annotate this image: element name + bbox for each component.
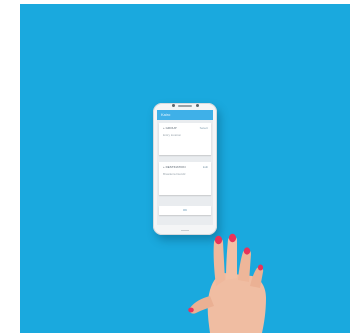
front-camera-icon — [172, 104, 175, 107]
destination-card-title: + DESTINATION — [163, 165, 186, 169]
hand — [188, 233, 266, 333]
middle-nail — [228, 233, 237, 243]
app-bar: Kairo — [157, 110, 213, 120]
group-card[interactable]: + GROUP Select Entry location — [159, 123, 211, 155]
ok-button-label: OK — [182, 208, 188, 212]
destination-card[interactable]: + DESTINATION Edit Brasileira Decidir — [159, 162, 211, 195]
ok-button[interactable]: OK — [159, 206, 211, 215]
thumb-nail — [188, 307, 194, 313]
phone-speaker — [178, 105, 192, 107]
ring-finger — [238, 249, 251, 282]
destination-card-subtitle: Brasileira Decidir — [163, 172, 186, 176]
phone-screen: Kairo + GROUP Select Entry location + DE… — [157, 110, 213, 225]
index-finger — [213, 238, 225, 286]
group-card-subtitle: Entry location — [163, 133, 182, 137]
index-nail — [214, 235, 223, 245]
proximity-sensor-icon — [196, 104, 199, 107]
destination-card-action[interactable]: Edit — [203, 165, 208, 169]
ring-nail — [243, 247, 251, 255]
group-card-title: + GROUP — [163, 126, 177, 130]
app-bar-title: Kairo — [161, 112, 171, 117]
pinky-nail — [257, 264, 264, 271]
middle-finger — [226, 236, 237, 280]
group-card-action[interactable]: Select — [200, 126, 208, 130]
